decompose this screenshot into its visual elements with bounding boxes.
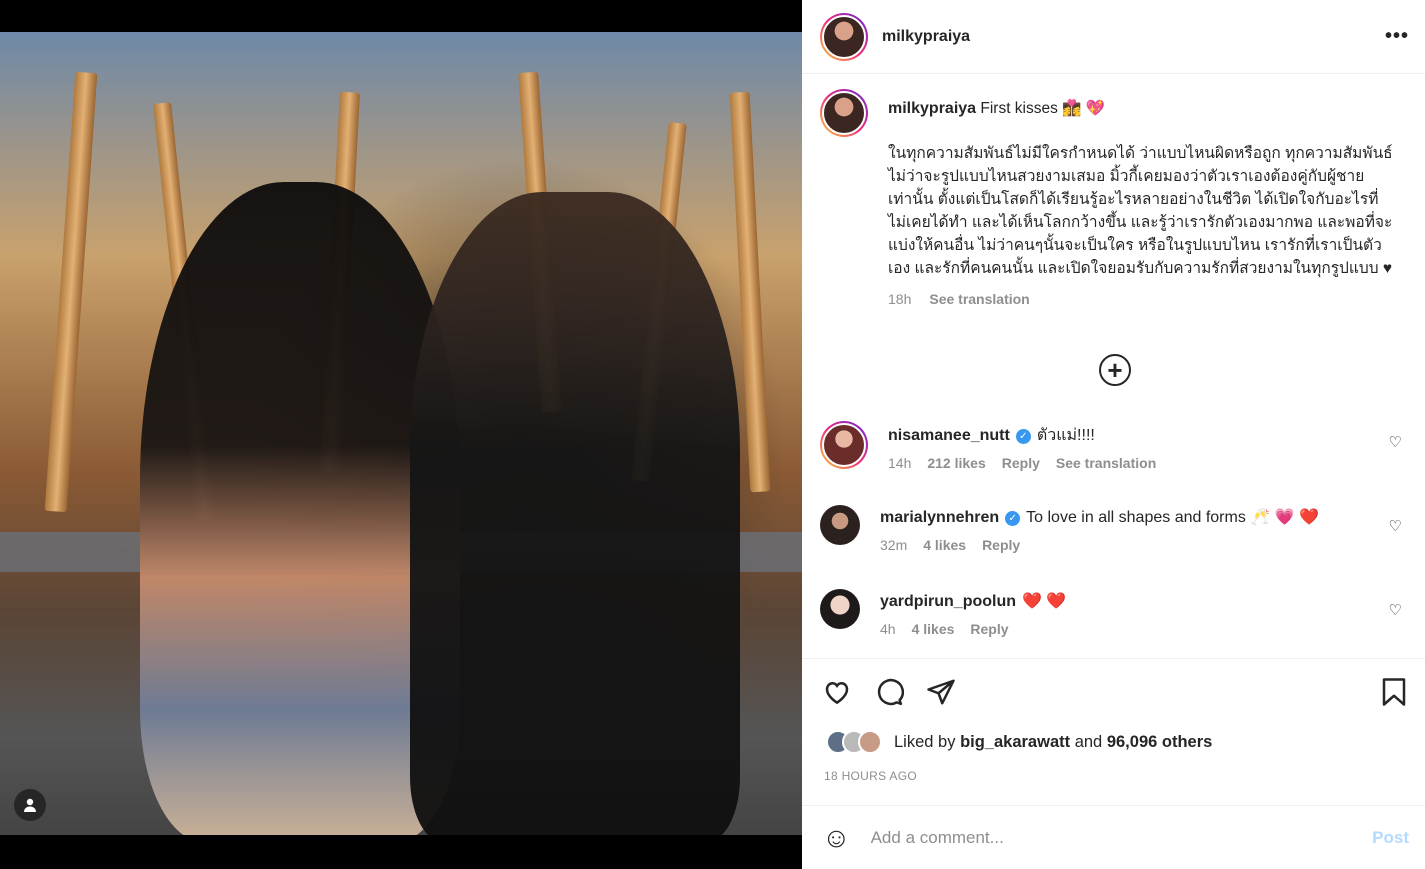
caption-head: First kisses 👩‍❤️‍💋‍👩 💖 xyxy=(980,100,1106,117)
comment-reply-button[interactable]: Reply xyxy=(1002,455,1040,471)
caption-body: ในทุกความสัมพันธ์ไม่มีใครกำหนดได้ ว่าแบบ… xyxy=(888,145,1393,277)
comment-time[interactable]: 4h xyxy=(880,621,896,637)
person-right xyxy=(410,192,740,835)
see-translation-link[interactable]: See translation xyxy=(929,288,1029,311)
background-easel xyxy=(44,71,98,513)
comment-reply-button[interactable]: Reply xyxy=(982,537,1020,553)
verified-badge-icon: ✓ xyxy=(1015,429,1031,444)
comment-see-translation[interactable]: See translation xyxy=(1056,455,1156,471)
comment-text: ❤️ ❤️ xyxy=(1022,593,1067,610)
comment-like-heart-icon[interactable]: ♡ xyxy=(1389,517,1402,535)
post-modal: milkypraiya ••• milkypraiya First kisses… xyxy=(0,0,1425,869)
user-icon xyxy=(24,798,36,812)
more-options-icon[interactable]: ••• xyxy=(1385,25,1409,48)
comment-avatar[interactable] xyxy=(820,421,868,469)
verified-badge-icon: ✓ xyxy=(1005,511,1021,526)
comment-reply-button[interactable]: Reply xyxy=(970,621,1008,637)
post-actions: Liked by big_akarawatt and 96,096 others… xyxy=(802,658,1425,805)
post-comment-button[interactable]: Post xyxy=(1372,828,1409,848)
liked-by-and: and xyxy=(1074,732,1103,751)
tagged-users-button[interactable] xyxy=(14,789,46,821)
comment-input[interactable] xyxy=(870,827,1373,848)
comment-like-heart-icon[interactable]: ♡ xyxy=(1389,433,1402,451)
liker-avatar xyxy=(858,730,882,754)
author-avatar[interactable] xyxy=(820,12,868,61)
post-timestamp[interactable]: 18 HOURS AGO xyxy=(824,769,917,783)
liked-by-user[interactable]: big_akarawatt xyxy=(960,733,1070,751)
comment-username[interactable]: yardpirun_poolun xyxy=(880,593,1016,610)
like-heart-icon[interactable] xyxy=(822,677,852,707)
liked-by-others[interactable]: 96,096 others xyxy=(1107,733,1212,751)
caption: milkypraiya First kisses 👩‍❤️‍💋‍👩 💖 ในทุ… xyxy=(820,89,1400,311)
comment-composer: ☺ Post xyxy=(802,805,1425,869)
comments-scroll-area[interactable]: milkypraiya First kisses 👩‍❤️‍💋‍👩 💖 ในทุ… xyxy=(802,75,1425,658)
comment-like-heart-icon[interactable]: ♡ xyxy=(1389,601,1402,619)
comment-text: To love in all shapes and forms 🥂 💗 ❤️ xyxy=(1026,509,1319,526)
load-more-comments-button[interactable]: + xyxy=(1099,354,1131,386)
post-photo[interactable] xyxy=(0,32,802,835)
comment-avatar[interactable] xyxy=(820,505,860,545)
comment-text: ตัวแม่!!!! xyxy=(1036,427,1095,444)
comment-username[interactable]: nisamanee_nutt xyxy=(888,427,1010,444)
comment-item: marialynnehren ✓ To love in all shapes and… xyxy=(820,505,1410,553)
share-send-icon[interactable] xyxy=(926,677,956,707)
post-header: milkypraiya ••• xyxy=(802,0,1425,74)
plus-circle-icon: + xyxy=(1107,355,1123,385)
emoji-smile-icon[interactable]: ☺ xyxy=(822,822,851,854)
author-username[interactable]: milkypraiya xyxy=(882,28,970,46)
comment-likes[interactable]: 4 likes xyxy=(923,537,966,553)
comment-username[interactable]: marialynnehren xyxy=(880,509,999,526)
liked-by-prefix: Liked by xyxy=(894,732,956,751)
caption-author-username[interactable]: milkypraiya xyxy=(888,100,976,117)
likes-summary[interactable]: Liked by big_akarawatt and 96,096 others xyxy=(826,730,1212,754)
comment-avatar[interactable] xyxy=(820,589,860,629)
media-panel xyxy=(0,0,802,869)
comment-bubble-icon[interactable] xyxy=(874,677,904,707)
comment-time[interactable]: 14h xyxy=(888,455,911,471)
caption-author-avatar[interactable] xyxy=(820,89,868,137)
comment-item: yardpirun_poolun ❤️ ❤️ 4h 4 likes Reply ♡ xyxy=(820,589,1410,637)
comment-time[interactable]: 32m xyxy=(880,537,907,553)
comment-item: nisamanee_nutt ✓ ตัวแม่!!!! 14h 212 likes … xyxy=(820,421,1410,471)
bookmark-icon[interactable] xyxy=(1381,677,1407,707)
comment-likes[interactable]: 4 likes xyxy=(912,621,955,637)
caption-time[interactable]: 18h xyxy=(888,288,911,311)
comment-likes[interactable]: 212 likes xyxy=(927,455,985,471)
post-sidebar: milkypraiya ••• milkypraiya First kisses… xyxy=(802,0,1425,869)
